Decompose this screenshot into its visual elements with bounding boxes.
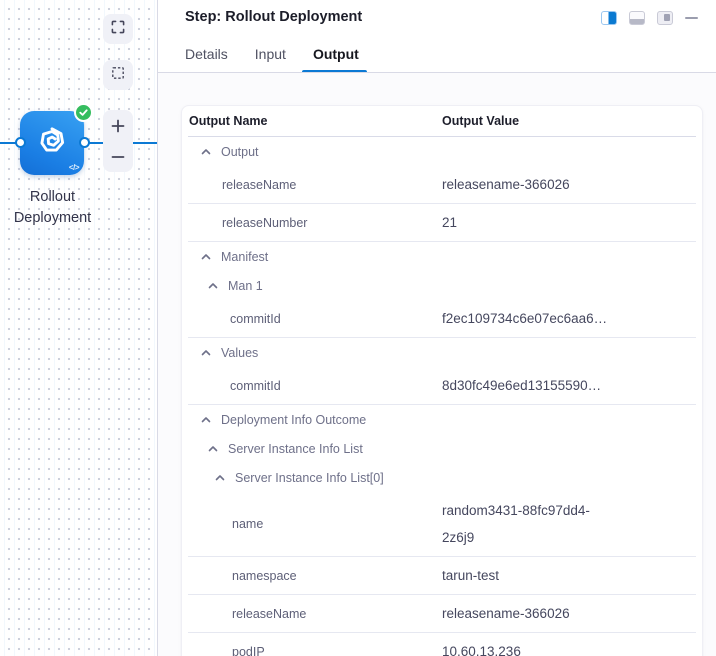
input-port[interactable] bbox=[15, 137, 26, 148]
table-row: name random3431-88fc97dd4-2z6j9 bbox=[188, 492, 696, 557]
output-name: podIP bbox=[188, 645, 442, 656]
zoom-in-icon bbox=[111, 119, 125, 133]
output-name: commitId bbox=[188, 379, 442, 393]
chevron-up-icon[interactable] bbox=[207, 443, 219, 455]
tab-bar: Details Input Output bbox=[158, 34, 716, 72]
marquee-select-button[interactable] bbox=[103, 60, 133, 90]
output-name: releaseName bbox=[188, 178, 442, 192]
chevron-up-icon[interactable] bbox=[200, 347, 212, 359]
output-tab-content: Output Name Output Value Output releaseN… bbox=[158, 73, 716, 656]
chevron-up-icon[interactable] bbox=[214, 472, 226, 484]
split-view-icon[interactable] bbox=[601, 11, 617, 25]
app-window: </> Rollout Deployment bbox=[0, 0, 716, 656]
group-row: Output bbox=[188, 137, 696, 166]
output-name: commitId bbox=[188, 312, 442, 326]
minimize-icon[interactable] bbox=[685, 17, 698, 20]
window-controls bbox=[601, 9, 698, 25]
output-name: releaseName bbox=[188, 607, 442, 621]
table-row: commitId 8d30fc49e6ed13155590… bbox=[188, 367, 696, 405]
expand-icon bbox=[110, 19, 126, 40]
group-label: Server Instance Info List bbox=[228, 442, 363, 456]
group-label: Deployment Info Outcome bbox=[221, 413, 366, 427]
output-value: tarun-test bbox=[442, 562, 499, 589]
tab-details[interactable]: Details bbox=[185, 46, 228, 72]
code-icon: </> bbox=[69, 163, 79, 172]
page-title: Step: Rollout Deployment bbox=[185, 9, 362, 25]
zoom-control bbox=[103, 110, 133, 172]
chevron-up-icon[interactable] bbox=[207, 280, 219, 292]
output-table-card: Output Name Output Value Output releaseN… bbox=[181, 105, 703, 656]
column-header-output-name: Output Name bbox=[188, 114, 442, 128]
tab-input[interactable]: Input bbox=[255, 46, 286, 72]
group-label: Server Instance Info List[0] bbox=[235, 471, 384, 485]
zoom-out-icon bbox=[111, 150, 125, 164]
chevron-up-icon[interactable] bbox=[200, 414, 212, 426]
group-row: Manifest bbox=[188, 242, 696, 271]
output-name: name bbox=[188, 517, 442, 531]
output-value: 8d30fc49e6ed13155590… bbox=[442, 372, 601, 399]
table-row: commitId f2ec109734c6e07ec6aa6… bbox=[188, 300, 696, 338]
group-label: Manifest bbox=[221, 250, 268, 264]
group-label: Values bbox=[221, 346, 258, 360]
pipeline-canvas[interactable]: </> Rollout Deployment bbox=[0, 0, 157, 656]
table-row: releaseNumber 21 bbox=[188, 204, 696, 242]
group-row: Man 1 bbox=[188, 271, 696, 300]
group-row: Server Instance Info List bbox=[188, 434, 696, 463]
marquee-select-icon bbox=[110, 65, 126, 86]
output-value: 21 bbox=[442, 209, 457, 236]
expand-canvas-button[interactable] bbox=[103, 14, 133, 44]
column-header-output-value: Output Value bbox=[442, 114, 519, 128]
output-value: releasename-366026 bbox=[442, 600, 570, 627]
chevron-up-icon[interactable] bbox=[200, 251, 212, 263]
table-row: namespace tarun-test bbox=[188, 557, 696, 595]
step-node-rollout-deployment[interactable]: </> bbox=[20, 111, 84, 175]
output-value: 10.60.13.236 bbox=[442, 638, 521, 656]
group-row: Values bbox=[188, 338, 696, 367]
table-row: releaseName releasename-366026 bbox=[188, 595, 696, 633]
zoom-out-button[interactable] bbox=[103, 141, 133, 172]
output-name: releaseNumber bbox=[188, 216, 442, 230]
group-label: Man 1 bbox=[228, 279, 263, 293]
output-value: random3431-88fc97dd4-2z6j9 bbox=[442, 497, 622, 551]
output-port[interactable] bbox=[79, 137, 90, 148]
group-row: Server Instance Info List[0] bbox=[188, 463, 696, 492]
zoom-in-button[interactable] bbox=[103, 110, 133, 141]
tab-output[interactable]: Output bbox=[313, 46, 359, 72]
bottom-panel-icon[interactable] bbox=[629, 11, 645, 25]
table-row: releaseName releasename-366026 bbox=[188, 166, 696, 204]
chevron-up-icon[interactable] bbox=[200, 146, 212, 158]
table-header-row: Output Name Output Value bbox=[188, 106, 696, 137]
group-label: Output bbox=[221, 145, 259, 159]
group-row: Deployment Info Outcome bbox=[188, 405, 696, 434]
panel-header: Step: Rollout Deployment Details Input O… bbox=[158, 0, 716, 73]
floating-panel-icon[interactable] bbox=[657, 11, 673, 25]
output-value: releasename-366026 bbox=[442, 171, 570, 198]
table-row: podIP 10.60.13.236 bbox=[188, 633, 696, 656]
success-check-icon bbox=[74, 103, 93, 122]
node-label: Rollout Deployment bbox=[0, 187, 105, 229]
output-value: f2ec109734c6e07ec6aa6… bbox=[442, 305, 607, 332]
step-details-panel: Step: Rollout Deployment Details Input O… bbox=[158, 0, 716, 656]
harness-logo-icon bbox=[35, 124, 69, 163]
output-name: namespace bbox=[188, 569, 442, 583]
